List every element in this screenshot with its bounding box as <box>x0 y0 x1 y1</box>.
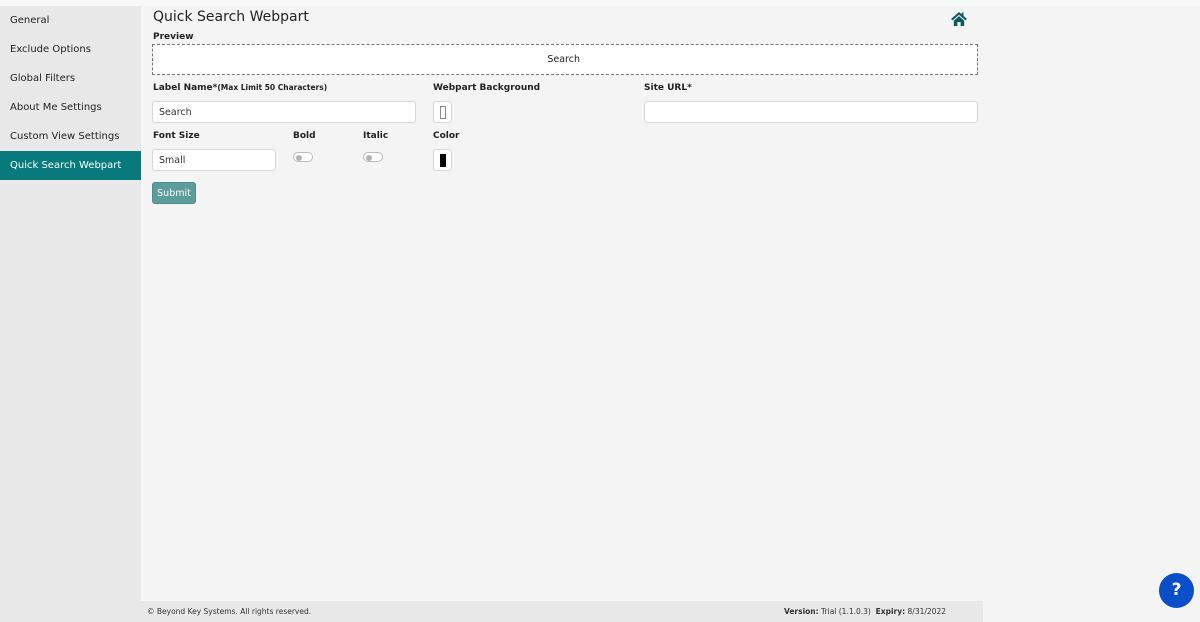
preview-label: Preview <box>153 32 194 42</box>
bold-label: Bold <box>293 131 316 141</box>
home-icon[interactable] <box>950 11 968 27</box>
sidebar-item-about-me-settings[interactable]: About Me Settings <box>0 93 141 122</box>
sidebar-item-global-filters[interactable]: Global Filters <box>0 64 141 93</box>
bold-toggle-knob <box>296 154 302 161</box>
main-content: Quick Search Webpart Preview Search Labe… <box>141 6 1200 601</box>
italic-label: Italic <box>363 131 389 141</box>
webpart-background-label: Webpart Background <box>433 83 541 93</box>
bold-toggle[interactable] <box>293 152 313 162</box>
version-label: Version: <box>783 607 819 616</box>
sidebar-item-quick-search-webpart[interactable]: Quick Search Webpart <box>0 151 141 180</box>
label-name-text: Label Name* <box>153 83 218 93</box>
expiry-label: Expiry: <box>875 607 906 616</box>
sidebar: General Exclude Options Global Filters A… <box>0 6 141 622</box>
expiry-value: 8/31/2022 <box>907 607 946 616</box>
webpart-background-swatch[interactable] <box>433 101 452 123</box>
italic-toggle-knob <box>366 154 372 161</box>
submit-button[interactable]: Submit <box>152 182 196 204</box>
site-url-label: Site URL* <box>644 83 692 93</box>
page-title: Quick Search Webpart <box>153 9 309 25</box>
site-url-input[interactable] <box>644 101 978 123</box>
help-button[interactable]: ? <box>1159 573 1194 608</box>
question-icon: ? <box>1171 580 1182 600</box>
font-size-input[interactable] <box>152 149 276 171</box>
italic-toggle[interactable] <box>363 152 383 162</box>
webpart-background-color-chip <box>440 106 446 119</box>
label-name-hint: (Max Limit 50 Characters) <box>217 83 328 92</box>
preview-text: Search <box>547 54 580 65</box>
version-value: Trial (1.1.0.3) <box>821 607 871 616</box>
label-name-label: Label Name*(Max Limit 50 Characters) <box>153 83 327 93</box>
sidebar-item-general[interactable]: General <box>0 6 141 35</box>
preview-box: Search <box>152 44 978 75</box>
color-chip <box>440 154 446 167</box>
copyright-text: © Beyond Key Systems. All rights reserve… <box>147 607 312 616</box>
label-name-input[interactable] <box>152 101 416 123</box>
font-size-label: Font Size <box>153 131 200 141</box>
sidebar-item-exclude-options[interactable]: Exclude Options <box>0 35 141 64</box>
sidebar-item-custom-view-settings[interactable]: Custom View Settings <box>0 122 141 151</box>
color-swatch[interactable] <box>433 149 452 171</box>
color-label: Color <box>433 131 460 141</box>
footer: © Beyond Key Systems. All rights reserve… <box>141 601 983 622</box>
version-info: Version: Trial (1.1.0.3) Expiry: 8/31/20… <box>784 607 946 616</box>
